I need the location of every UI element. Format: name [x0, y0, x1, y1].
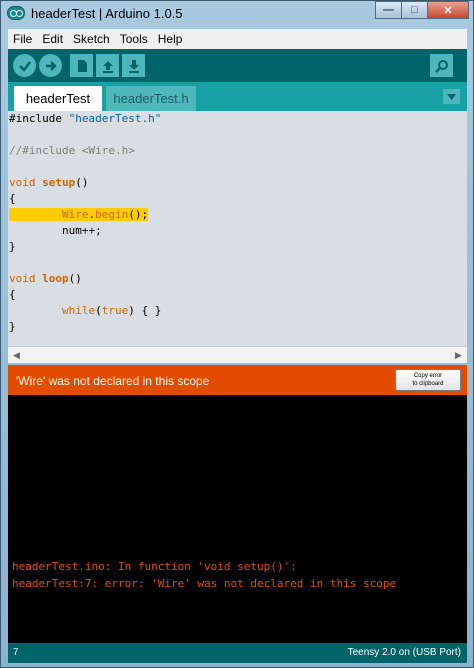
tab-headertest-h[interactable]: headerTest.h [106, 86, 196, 111]
tab-headertest[interactable]: headerTest [14, 86, 102, 111]
console-line: headerTest:7: error: 'Wire' was not decl… [12, 577, 397, 590]
save-button[interactable] [122, 54, 145, 77]
window-controls: — □ ✕ [375, 1, 469, 19]
error-message: 'Wire' was not declared in this scope [16, 374, 210, 388]
menu-file[interactable]: File [8, 32, 37, 46]
scroll-right-icon[interactable]: ▶ [453, 350, 464, 361]
error-line: Wire.begin(); [9, 207, 149, 223]
arrow-down-icon [128, 59, 139, 73]
copy-error-label: Copy error [413, 373, 443, 379]
code-line: //#include <Wire.h> [9, 144, 135, 157]
arduino-window: headerTest | Arduino 1.0.5 — □ ✕ File Ed… [0, 0, 474, 668]
upload-button[interactable] [39, 54, 62, 77]
tab-menu-button[interactable] [443, 89, 460, 104]
line-number: 7 [13, 647, 19, 658]
serial-monitor-button[interactable] [430, 54, 453, 77]
code-line: num++; [9, 224, 102, 237]
arrow-up-icon [102, 60, 113, 73]
tab-strip: headerTest headerTest.h [8, 82, 467, 111]
menu-help[interactable]: Help [153, 32, 188, 46]
checkmark-icon [18, 60, 31, 72]
arduino-logo-icon [7, 6, 25, 20]
console-output[interactable]: headerTest.ino: In function 'void setup(… [8, 395, 467, 643]
close-button[interactable]: ✕ [427, 1, 469, 19]
maximize-button[interactable]: □ [401, 1, 428, 19]
open-button[interactable] [96, 54, 119, 77]
code-line: { [9, 192, 16, 205]
copy-error-label: to clipboard [412, 381, 444, 387]
document-icon [77, 59, 87, 72]
editor-horizontal-scrollbar[interactable]: ◀ ▶ [8, 346, 467, 363]
verify-button[interactable] [13, 54, 36, 77]
triangle-down-icon [447, 93, 456, 100]
toolbar [8, 49, 467, 82]
status-bar: 7 Teensy 2.0 on (USB Port) [8, 643, 467, 663]
code-line: } [9, 320, 16, 333]
code-line: { [9, 288, 16, 301]
copy-error-button[interactable]: Copy error to clipboard [395, 369, 461, 391]
menu-sketch[interactable]: Sketch [68, 32, 115, 46]
error-bar: 'Wire' was not declared in this scope Co… [8, 365, 467, 395]
arrow-right-icon [45, 60, 57, 71]
title-bar[interactable]: headerTest | Arduino 1.0.5 — □ ✕ [1, 1, 473, 27]
maximize-icon: □ [411, 4, 418, 16]
menu-bar: File Edit Sketch Tools Help [8, 29, 467, 49]
code-line: } [9, 240, 16, 253]
scroll-left-icon[interactable]: ◀ [11, 350, 22, 361]
close-icon: ✕ [443, 4, 453, 17]
code-line: void loop() [9, 272, 82, 285]
console-line: headerTest.ino: In function 'void setup(… [12, 560, 297, 573]
code-editor[interactable]: #include "headerTest.h" //#include <Wire… [8, 111, 467, 346]
code-line: #include "headerTest.h" [9, 112, 162, 125]
code-line: void setup() [9, 176, 89, 189]
menu-tools[interactable]: Tools [115, 32, 153, 46]
new-button[interactable] [70, 54, 93, 77]
code-line: while(true) { } [61, 304, 162, 317]
minimize-icon: — [383, 4, 394, 16]
minimize-button[interactable]: — [375, 1, 402, 19]
menu-edit[interactable]: Edit [37, 32, 68, 46]
magnifier-icon [434, 59, 448, 73]
board-port-label: Teensy 2.0 on (USB Port) [347, 647, 461, 658]
window-title: headerTest | Arduino 1.0.5 [31, 6, 183, 21]
